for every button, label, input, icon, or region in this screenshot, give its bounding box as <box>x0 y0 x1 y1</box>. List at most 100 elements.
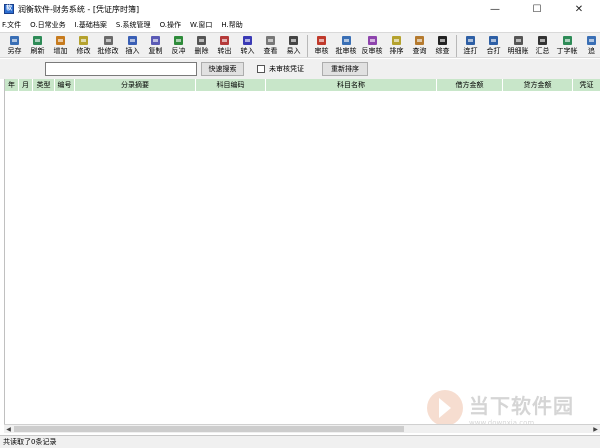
unaudited-filter[interactable]: 未审核凭证 <box>257 64 304 74</box>
toolbar-button-reverse[interactable]: 反冲 <box>167 33 190 57</box>
toolbar-separator <box>456 35 457 57</box>
col-account-code[interactable]: 科目编码 <box>196 79 266 91</box>
view-icon <box>266 36 275 45</box>
toolbar-button-add[interactable]: 增加 <box>49 33 72 57</box>
col-account-name[interactable]: 科目名称 <box>266 79 437 91</box>
batch-audit-icon <box>341 36 351 45</box>
toolbar-button-binoculars[interactable]: 综查 <box>431 33 454 57</box>
save-icon <box>10 36 19 45</box>
search-input[interactable] <box>45 62 197 76</box>
edit-icon <box>79 36 88 45</box>
toolbar-button-print-merge[interactable]: 合打 <box>482 33 505 57</box>
toolbar-button-trace[interactable]: 追 <box>580 33 600 57</box>
toolbar-label: 查询 <box>412 47 427 55</box>
sum-icon <box>538 36 547 45</box>
voucher-grid: 年 月 类型 编号 分录摘要 科目编码 科目名称 借方金额 贷方金额 凭证 <box>4 79 600 424</box>
toolbar-button-easy-input[interactable]: 易入 <box>282 33 305 57</box>
toolbar-button-sum[interactable]: 汇总 <box>531 33 554 57</box>
col-number[interactable]: 编号 <box>55 79 75 91</box>
scroll-left-icon[interactable]: ◀ <box>4 425 13 434</box>
scroll-right-icon[interactable]: ▶ <box>591 425 600 434</box>
toolbar-button-print-continuous[interactable]: 连打 <box>459 33 482 57</box>
import-icon <box>243 36 252 45</box>
print-merge-icon <box>489 36 498 45</box>
toolbar-label: 汇总 <box>535 47 550 55</box>
menu-help[interactable]: H.帮助 <box>221 20 242 30</box>
query-icon <box>415 36 424 45</box>
col-summary[interactable]: 分录摘要 <box>75 79 196 91</box>
toolbar-button-insert[interactable]: 插入 <box>121 33 144 57</box>
toolbar-label: 反冲 <box>171 47 186 55</box>
menu-operation[interactable]: O.操作 <box>160 20 181 30</box>
reorder-button[interactable]: 重新排序 <box>322 62 368 76</box>
menu-system-management[interactable]: S.系统管理 <box>116 20 151 30</box>
toolbar-label: 易入 <box>286 47 301 55</box>
delete-icon <box>197 36 206 45</box>
copy-icon <box>151 36 160 45</box>
status-bar: 共读取了0条记录 <box>0 435 600 448</box>
toolbar-label: 另存 <box>7 47 22 55</box>
maximize-button[interactable]: ☐ <box>516 0 558 18</box>
watermark-text: 当下软件园 <box>469 393 574 418</box>
toolbar-label: 增加 <box>53 47 68 55</box>
toolbar-button-delete[interactable]: 删除 <box>190 33 213 57</box>
quick-search-button[interactable]: 快速搜索 <box>201 62 244 76</box>
toolbar-button-copy[interactable]: 复制 <box>144 33 167 57</box>
menu-window[interactable]: W.窗口 <box>190 20 212 30</box>
toolbar-label: 转出 <box>217 47 232 55</box>
col-voucher[interactable]: 凭证 <box>573 79 600 91</box>
col-debit-amount[interactable]: 借方金额 <box>437 79 503 91</box>
toolbar-button-batch-edit[interactable]: 批修改 <box>95 33 121 57</box>
col-month[interactable]: 月 <box>19 79 33 91</box>
export-icon <box>220 36 229 45</box>
toolbar-label: 查看 <box>263 47 278 55</box>
menu-file[interactable]: F.文件 <box>2 20 21 30</box>
toolbar-label: 批审核 <box>335 47 357 55</box>
toolbar-button-t-account[interactable]: 丁字帐 <box>554 33 580 57</box>
toolbar-button-unaudit[interactable]: 反审核 <box>359 33 385 57</box>
toolbar-separator <box>307 35 308 57</box>
window-title: 润衡软件-财务系统 - [凭证序时簿] <box>18 4 140 14</box>
horizontal-scrollbar[interactable]: ◀ ▶ <box>4 424 600 433</box>
audit-icon <box>317 36 326 45</box>
toolbar-button-import[interactable]: 转入 <box>236 33 259 57</box>
ledger-icon <box>513 36 523 45</box>
close-button[interactable]: ✕ <box>558 0 600 18</box>
toolbar-button-audit[interactable]: 审核 <box>310 33 333 57</box>
easy-input-icon <box>289 36 298 45</box>
toolbar-button-batch-audit[interactable]: 批审核 <box>333 33 359 57</box>
search-bar: 快速搜索 未审核凭证 重新排序 <box>0 59 600 79</box>
toolbar-label: 刷新 <box>30 47 45 55</box>
window-controls: — ☐ ✕ <box>474 0 600 18</box>
toolbar-button-edit[interactable]: 修改 <box>72 33 95 57</box>
batch-edit-icon <box>103 36 113 45</box>
col-type[interactable]: 类型 <box>33 79 55 91</box>
toolbar-button-save[interactable]: 另存 <box>3 33 26 57</box>
insert-icon <box>128 36 137 45</box>
unaudited-checkbox[interactable] <box>257 65 265 73</box>
toolbar-label: 修改 <box>76 47 91 55</box>
col-credit-amount[interactable]: 贷方金额 <box>503 79 573 91</box>
menu-bar: F.文件 O.日常业务 I.基础档案 S.系统管理 O.操作 W.窗口 H.帮助 <box>0 18 600 32</box>
print-continuous-icon <box>466 36 475 45</box>
app-icon: 软 <box>4 4 14 14</box>
toolbar-button-refresh[interactable]: 刷新 <box>26 33 49 57</box>
grid-header: 年 月 类型 编号 分录摘要 科目编码 科目名称 借方金额 贷方金额 凭证 <box>5 79 600 91</box>
toolbar-button-ledger[interactable]: 明细账 <box>505 33 531 57</box>
menu-basic-archive[interactable]: I.基础档案 <box>75 20 107 30</box>
toolbar-button-export[interactable]: 转出 <box>213 33 236 57</box>
toolbar-label: 合打 <box>486 47 501 55</box>
minimize-button[interactable]: — <box>474 0 516 18</box>
toolbar-label: 反审核 <box>361 47 383 55</box>
toolbar-button-view[interactable]: 查看 <box>259 33 282 57</box>
toolbar-label: 复制 <box>148 47 163 55</box>
toolbar-button-query[interactable]: 查询 <box>408 33 431 57</box>
col-year[interactable]: 年 <box>5 79 19 91</box>
scroll-thumb[interactable] <box>14 426 404 432</box>
watermark-logo-icon <box>427 390 463 426</box>
menu-daily-business[interactable]: O.日常业务 <box>30 20 65 30</box>
sort-icon <box>392 36 401 45</box>
toolbar-button-sort[interactable]: 排序 <box>385 33 408 57</box>
trace-icon <box>587 36 596 45</box>
toolbar-label: 插入 <box>125 47 140 55</box>
